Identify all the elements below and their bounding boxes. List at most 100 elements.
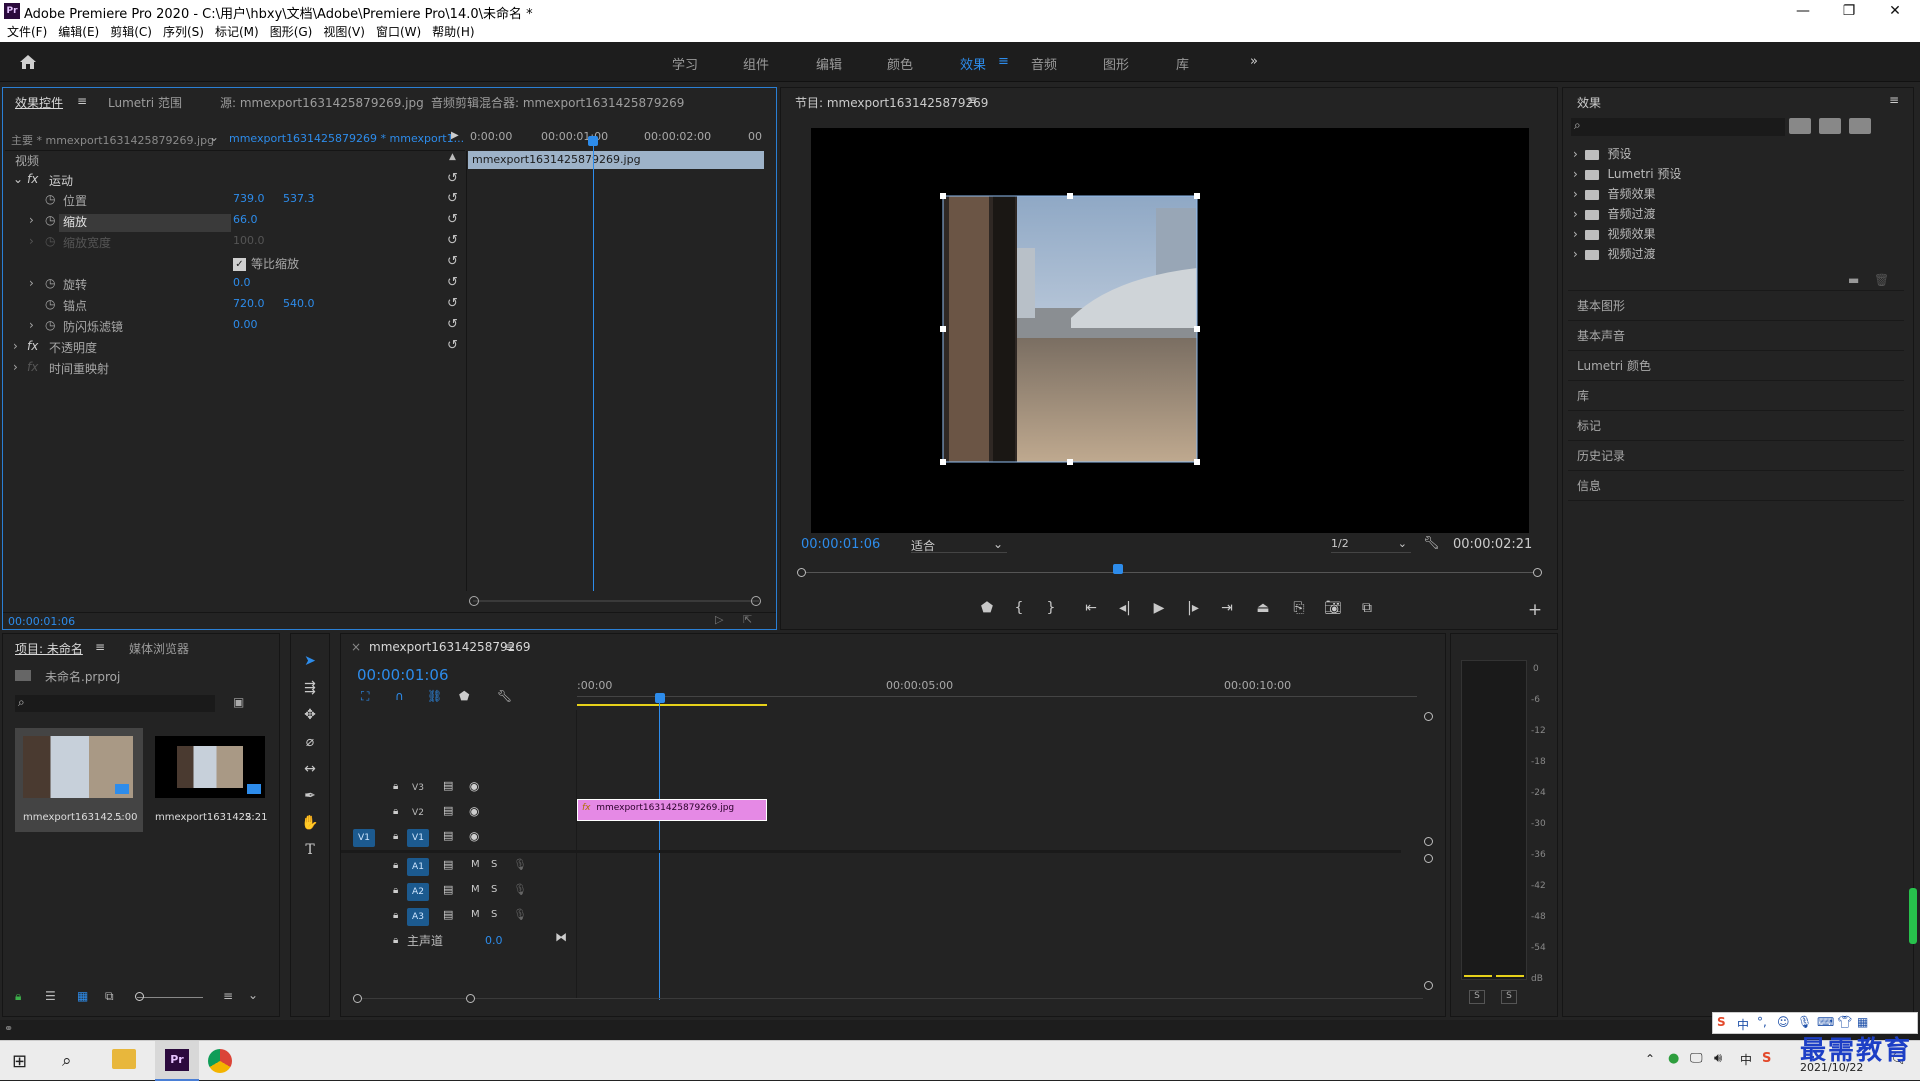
workspace-editing[interactable]: 编辑 <box>816 54 842 73</box>
position-x-value[interactable]: 739.0 <box>233 192 265 212</box>
solo-button[interactable]: S <box>491 909 497 920</box>
effects-folder-audio-effects[interactable]: › 音频效果 <box>1573 185 1655 202</box>
step-forward-icon[interactable]: |▸ <box>1183 600 1203 616</box>
mark-in-icon[interactable]: { <box>1009 600 1029 616</box>
lock-icon[interactable]: 🔒︎ <box>393 806 398 817</box>
effect-controls-timecode[interactable]: 00:00:01:06 <box>8 615 75 628</box>
expand-rotation-icon[interactable]: › <box>29 276 34 296</box>
scroll-handle-left[interactable] <box>469 596 479 606</box>
project-item[interactable]: mmexport163142... 5:00 <box>15 728 143 832</box>
vscroll-handle[interactable] <box>1424 837 1433 846</box>
master-volume-value[interactable]: 0.0 <box>485 934 503 947</box>
mute-button[interactable]: M <box>471 909 480 920</box>
reset-motion-icon[interactable]: ↺ <box>447 171 458 186</box>
panel-libraries[interactable]: 库 <box>1577 387 1589 404</box>
volume-icon[interactable]: 🔊︎ <box>1714 1051 1722 1066</box>
zoom-slider-handle[interactable] <box>135 992 144 1001</box>
workspace-overflow-icon[interactable]: » <box>1250 54 1258 69</box>
filter-icon[interactable]: ▷ <box>715 613 723 626</box>
snap-icon[interactable]: ∩ <box>395 689 404 703</box>
project-search-input[interactable]: ⌕ <box>15 695 215 712</box>
ripple-edit-tool-icon[interactable]: ✥ <box>299 704 321 726</box>
lock-icon[interactable]: 🔒︎ <box>393 831 398 842</box>
reset-anchor-icon[interactable]: ↺ <box>447 296 458 311</box>
sync-lock-icon[interactable]: ▤ <box>443 858 453 871</box>
pen-tool-icon[interactable]: ✒ <box>299 785 321 807</box>
sequence-clip-label[interactable]: mmexport1631425879269 * mmexport1... <box>229 132 464 152</box>
timeline-ruler[interactable] <box>577 696 1417 697</box>
menu-view[interactable]: 视图(V) <box>323 22 365 42</box>
hscroll-handle[interactable] <box>466 994 475 1003</box>
reset-scale-icon[interactable]: ↺ <box>447 212 458 227</box>
flicker-value[interactable]: 0.00 <box>233 318 258 338</box>
expand-time-remap-icon[interactable]: › <box>13 360 18 380</box>
effects-menu-icon[interactable]: ≡ <box>1889 93 1899 107</box>
extract-icon[interactable]: ⎘ <box>1289 600 1309 616</box>
playhead-handle[interactable] <box>588 136 598 146</box>
stopwatch-icon[interactable]: ◷ <box>45 213 55 233</box>
show-hidden-icons[interactable]: ⌃ <box>1645 1052 1655 1066</box>
transform-handle[interactable] <box>1194 459 1200 465</box>
button-editor-icon[interactable]: + <box>1525 600 1545 620</box>
tab-project[interactable]: 项目: 未命名 <box>15 640 83 657</box>
expand-motion-icon[interactable]: ⌄ <box>13 172 23 192</box>
workspace-graphics[interactable]: 图形 <box>1103 54 1129 73</box>
32bit-effects-icon[interactable] <box>1819 118 1841 134</box>
new-search-bin-icon[interactable]: ▣ <box>233 695 244 709</box>
panel-essential-sound[interactable]: 基本声音 <box>1577 327 1625 344</box>
eye-icon[interactable]: ◉ <box>469 779 479 793</box>
tab-menu-icon[interactable]: ≡ <box>77 94 87 108</box>
track-label-v1[interactable]: V1 <box>407 829 429 847</box>
transform-handle[interactable] <box>940 459 946 465</box>
stopwatch-icon[interactable]: ◷ <box>45 318 55 338</box>
export-frame-icon[interactable]: 📷︎ <box>1323 600 1343 616</box>
vscroll-handle[interactable] <box>1424 981 1433 990</box>
scale-value[interactable]: 66.0 <box>233 213 258 233</box>
menu-help[interactable]: 帮助(H) <box>432 22 474 42</box>
network-icon[interactable]: 🖵︎ <box>1690 1051 1703 1066</box>
microphone-icon[interactable]: 🎙︎ <box>513 908 527 921</box>
windows-start-icon[interactable]: ⊞ <box>12 1051 27 1072</box>
ime-indicator[interactable]: 中 <box>1740 1051 1752 1068</box>
timeline-hscroll[interactable] <box>353 998 1423 999</box>
minimize-button[interactable]: — <box>1780 0 1826 22</box>
expand-opacity-icon[interactable]: › <box>13 339 18 359</box>
anchor-y-value[interactable]: 540.0 <box>283 297 315 317</box>
track-label-a2[interactable]: A2 <box>407 883 429 901</box>
panel-essential-graphics[interactable]: 基本图形 <box>1577 297 1625 314</box>
sync-lock-icon[interactable]: ▤ <box>443 779 453 792</box>
reset-scale-width-icon[interactable]: ↺ <box>447 233 458 248</box>
sync-lock-icon[interactable]: ▤ <box>443 883 453 896</box>
microphone-icon[interactable]: 🎙︎ <box>513 858 527 871</box>
eye-icon[interactable]: ◉ <box>469 804 479 818</box>
tab-media-browser[interactable]: 媒体浏览器 <box>129 640 189 657</box>
stopwatch-icon[interactable]: ◷ <box>45 192 55 212</box>
step-back-icon[interactable]: ◂| <box>1115 600 1135 616</box>
menu-clip[interactable]: 剪辑(C) <box>110 22 152 42</box>
mark-out-icon[interactable]: } <box>1041 600 1061 616</box>
fx-badge-icon[interactable]: fx <box>27 172 38 192</box>
reset-uniform-icon[interactable]: ↺ <box>447 254 458 269</box>
menu-markers[interactable]: 标记(M) <box>215 22 259 42</box>
workspace-menu-icon[interactable]: ≡ <box>998 54 1009 69</box>
track-label-a3[interactable]: A3 <box>407 908 429 926</box>
comparison-view-icon[interactable]: ⧉ <box>1357 600 1377 616</box>
effects-search-input[interactable]: ⌕ <box>1571 118 1785 136</box>
stopwatch-icon[interactable]: ◷ <box>45 297 55 317</box>
panel-history[interactable]: 历史记录 <box>1577 447 1625 464</box>
transform-handle[interactable] <box>1067 193 1073 199</box>
selection-tool-icon[interactable]: ➤ <box>299 650 321 672</box>
mute-button[interactable]: M <box>471 884 480 895</box>
transform-handle[interactable] <box>1194 326 1200 332</box>
source-patch-v1[interactable]: V1 <box>353 829 375 847</box>
go-to-in-icon[interactable]: ⇤ <box>1081 600 1101 616</box>
chrome-icon[interactable] <box>208 1049 232 1073</box>
scroll-handle-right[interactable] <box>751 596 761 606</box>
wrench-icon[interactable]: 🔧︎ <box>1423 536 1440 551</box>
workspace-color[interactable]: 颜色 <box>887 54 913 73</box>
home-icon[interactable] <box>18 52 38 72</box>
lock-icon[interactable]: 🔒︎ <box>393 860 398 871</box>
search-icon[interactable]: ⌕ <box>62 1051 72 1071</box>
file-explorer-icon[interactable] <box>112 1049 136 1069</box>
add-marker-icon[interactable]: ⬟ <box>977 600 997 616</box>
